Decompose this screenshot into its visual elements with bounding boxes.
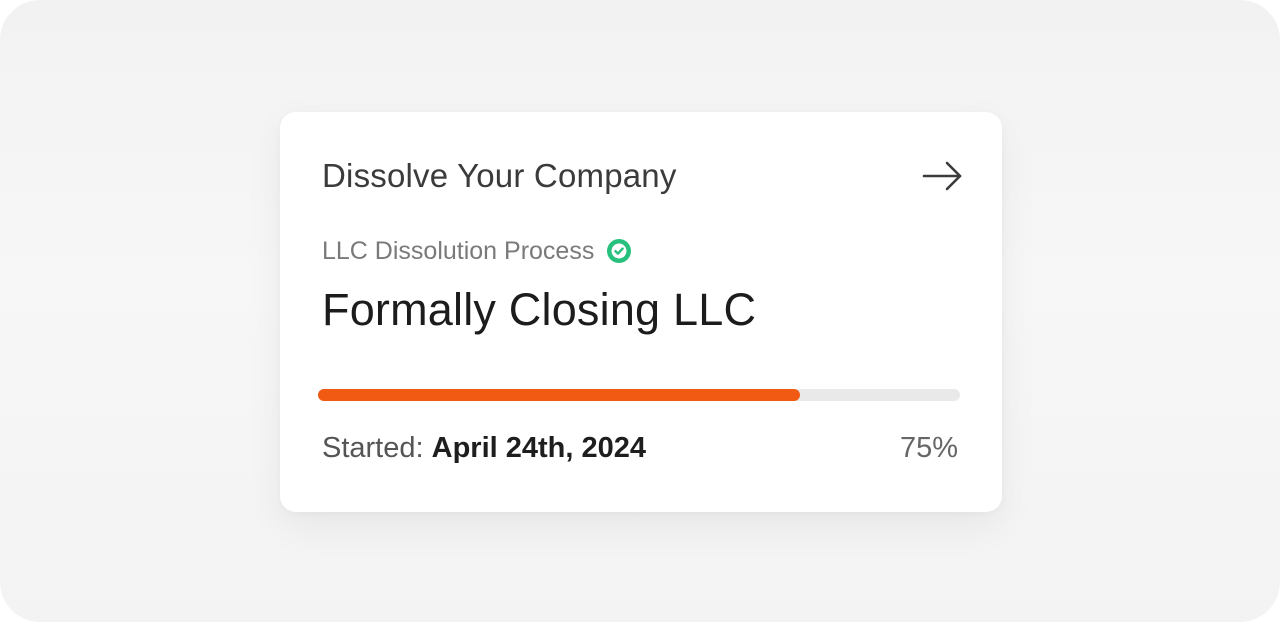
arrow-right-icon[interactable]: [920, 156, 964, 196]
started-info: Started: April 24th, 2024: [322, 428, 646, 468]
page-background: Dissolve Your Company LLC Dissolution Pr…: [0, 0, 1280, 622]
card-title: Dissolve Your Company: [322, 157, 677, 194]
started-label: Started:: [322, 432, 432, 464]
card-heading: Formally Closing LLC: [322, 284, 757, 335]
progress-percent: 75%: [899, 432, 958, 464]
subtitle-row: LLC Dissolution Process: [322, 236, 632, 266]
progress-bar: [318, 389, 960, 401]
card-header: Dissolve Your Company: [322, 156, 964, 196]
check-circle-icon: [606, 238, 632, 264]
progress-fill: [318, 389, 800, 401]
started-date: April 24th, 2024: [431, 432, 646, 464]
dissolution-card[interactable]: Dissolve Your Company LLC Dissolution Pr…: [280, 112, 1002, 512]
process-subtitle: LLC Dissolution Process: [322, 237, 595, 265]
card-footer: Started: April 24th, 2024 75%: [322, 428, 958, 468]
